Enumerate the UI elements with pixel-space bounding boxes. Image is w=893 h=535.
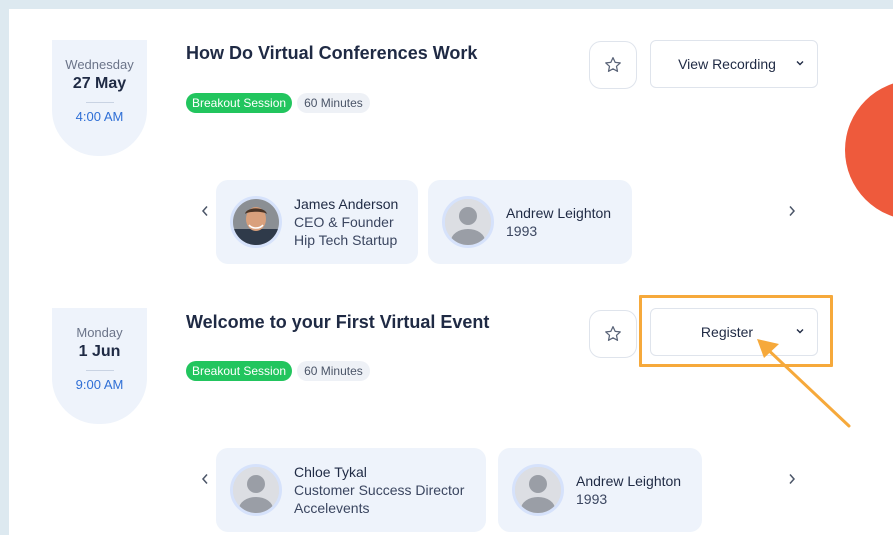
session-date-card: Wednesday 27 May 4:00 AM bbox=[52, 40, 147, 156]
speaker-info: Andrew Leighton 1993 bbox=[576, 472, 681, 508]
duration-badge: 60 Minutes bbox=[297, 361, 370, 381]
speaker-name: Chloe Tykal bbox=[294, 464, 367, 480]
favorite-button[interactable] bbox=[589, 41, 637, 89]
favorite-button[interactable] bbox=[589, 310, 637, 358]
session-weekday: Wednesday bbox=[65, 57, 134, 72]
speaker-avatar bbox=[230, 196, 282, 248]
star-icon bbox=[605, 326, 621, 341]
speakers-prev-button[interactable] bbox=[197, 471, 213, 487]
speaker-title: Customer Success Director bbox=[294, 482, 465, 498]
chevron-right-icon bbox=[789, 206, 796, 216]
speaker-avatar bbox=[442, 196, 494, 248]
session-weekday: Monday bbox=[76, 325, 123, 340]
session-tags: Breakout Session 60 Minutes bbox=[186, 92, 370, 114]
speaker-title: 1993 bbox=[576, 491, 608, 507]
session-day: 27 May bbox=[72, 75, 127, 92]
star-icon bbox=[605, 57, 621, 72]
speaker-card[interactable]: James Anderson CEO & Founder Hip Tech St… bbox=[216, 180, 418, 264]
default-avatar-icon bbox=[445, 199, 491, 245]
view-recording-button[interactable]: View Recording bbox=[650, 40, 818, 88]
session-time: 4:00 AM bbox=[75, 109, 124, 124]
speaker-company: Hip Tech Startup bbox=[294, 232, 398, 248]
session-type-badge: Breakout Session bbox=[186, 93, 293, 113]
chevron-down-icon bbox=[796, 61, 804, 66]
default-avatar-icon bbox=[515, 467, 561, 513]
session-day: 1 Jun bbox=[78, 343, 121, 360]
speakers-next-button[interactable] bbox=[784, 471, 800, 487]
session-date-card: Monday 1 Jun 9:00 AM bbox=[52, 308, 147, 424]
chevron-right-icon bbox=[789, 474, 796, 484]
annotation-arrow-icon bbox=[757, 339, 851, 428]
speaker-card[interactable]: Andrew Leighton 1993 bbox=[428, 180, 632, 264]
speakers-next-button[interactable] bbox=[784, 203, 800, 219]
view-recording-label: View Recording bbox=[678, 56, 776, 72]
agenda-panel: Wednesday 27 May 4:00 AM How Do Virtual … bbox=[9, 9, 893, 535]
speaker-photo bbox=[233, 199, 279, 245]
duration-badge: 60 Minutes bbox=[297, 93, 370, 113]
speaker-name: Andrew Leighton bbox=[506, 205, 612, 221]
speaker-name: James Anderson bbox=[294, 196, 399, 212]
speaker-info: James Anderson CEO & Founder Hip Tech St… bbox=[294, 195, 398, 249]
register-label: Register bbox=[700, 324, 754, 340]
date-divider bbox=[85, 370, 114, 371]
speaker-company: Accelevents bbox=[294, 500, 370, 516]
chevron-left-icon bbox=[201, 474, 208, 484]
speaker-info: Chloe Tykal Customer Success Director Ac… bbox=[294, 463, 464, 517]
session-type-badge: Breakout Session bbox=[186, 361, 293, 381]
speaker-name: Andrew Leighton bbox=[576, 473, 682, 489]
speaker-info: Andrew Leighton 1993 bbox=[506, 204, 611, 240]
speaker-avatar bbox=[512, 464, 564, 516]
speaker-title: CEO & Founder bbox=[294, 214, 394, 230]
chevron-left-icon bbox=[201, 206, 208, 216]
decorative-circle bbox=[845, 80, 893, 220]
session-title[interactable]: How Do Virtual Conferences Work bbox=[186, 43, 477, 64]
speaker-title: 1993 bbox=[506, 223, 538, 239]
session-tags: Breakout Session 60 Minutes bbox=[186, 360, 370, 382]
speaker-card[interactable]: Chloe Tykal Customer Success Director Ac… bbox=[216, 448, 486, 532]
speaker-card[interactable]: Andrew Leighton 1993 bbox=[498, 448, 702, 532]
speaker-avatar bbox=[230, 464, 282, 516]
default-avatar-icon bbox=[233, 467, 279, 513]
session-time: 9:00 AM bbox=[75, 377, 124, 392]
date-divider bbox=[85, 102, 114, 103]
session-title[interactable]: Welcome to your First Virtual Event bbox=[186, 312, 489, 333]
speakers-prev-button[interactable] bbox=[197, 203, 213, 219]
